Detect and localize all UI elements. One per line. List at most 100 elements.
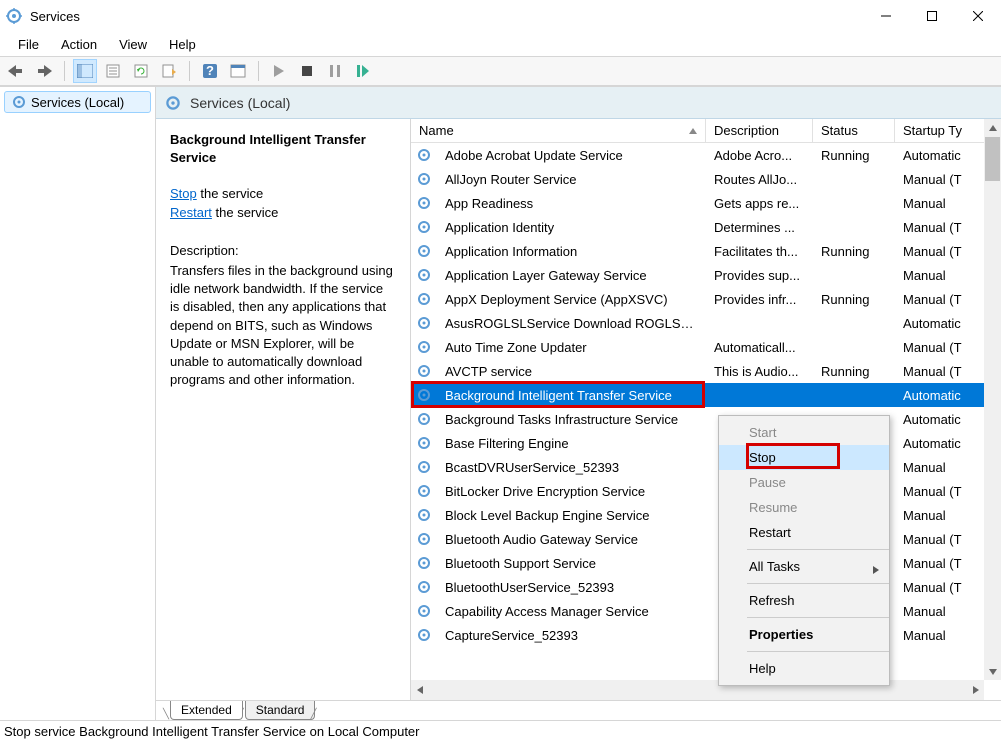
gear-icon	[11, 94, 27, 110]
status-bar: Stop service Background Intelligent Tran…	[0, 720, 1001, 742]
column-status[interactable]: Status	[813, 119, 895, 142]
service-row[interactable]: App ReadinessGets apps re...Manual	[411, 191, 1001, 215]
row-icon	[411, 483, 437, 499]
pause-service-toolbar-button[interactable]	[323, 59, 347, 83]
row-name: Background Intelligent Transfer Service	[437, 388, 706, 403]
row-name: Application Layer Gateway Service	[437, 268, 706, 283]
service-row[interactable]: Application Layer Gateway ServiceProvide…	[411, 263, 1001, 287]
menu-file[interactable]: File	[8, 35, 49, 54]
row-icon	[411, 315, 437, 331]
row-description: Routes AllJo...	[706, 172, 813, 187]
context-menu-item-restart[interactable]: Restart	[719, 520, 889, 545]
nav-forward-button[interactable]	[32, 59, 56, 83]
row-icon	[411, 411, 437, 427]
menu-view[interactable]: View	[109, 35, 157, 54]
restart-link-suffix: the service	[212, 205, 278, 220]
menu-help[interactable]: Help	[159, 35, 206, 54]
service-row[interactable]: Adobe Acrobat Update ServiceAdobe Acro..…	[411, 143, 1001, 167]
service-row[interactable]: Bluetooth Audio Gateway ServiceManual (T	[411, 527, 1001, 551]
tab-standard[interactable]: Standard	[245, 701, 316, 720]
row-icon	[411, 147, 437, 163]
gear-icon	[416, 171, 432, 187]
gear-icon	[416, 195, 432, 211]
nav-back-button[interactable]	[4, 59, 28, 83]
context-menu-item-stop[interactable]: Stop	[719, 445, 889, 470]
scrollbar-thumb[interactable]	[985, 137, 1000, 181]
service-row[interactable]: Background Tasks Infrastructure ServiceA…	[411, 407, 1001, 431]
close-button[interactable]	[955, 0, 1001, 32]
service-row[interactable]: AsusROGLSLService Download ROGLSL...Auto…	[411, 311, 1001, 335]
properties-toolbar-button[interactable]	[101, 59, 125, 83]
row-name: AllJoyn Router Service	[437, 172, 706, 187]
start-service-toolbar-button[interactable]	[267, 59, 291, 83]
row-description: Provides infr...	[706, 292, 813, 307]
service-row[interactable]: Bluetooth Support ServiceManual (T	[411, 551, 1001, 575]
context-menu-item-help[interactable]: Help	[719, 656, 889, 681]
service-row[interactable]: BcastDVRUserService_52393Manual	[411, 455, 1001, 479]
scroll-left-button[interactable]	[411, 686, 428, 694]
horizontal-scrollbar[interactable]	[411, 680, 984, 700]
service-row[interactable]: Application InformationFacilitates th...…	[411, 239, 1001, 263]
row-description: Gets apps re...	[706, 196, 813, 211]
arrow-right-icon	[36, 65, 52, 77]
row-description: Facilitates th...	[706, 244, 813, 259]
panel-icon	[77, 64, 93, 78]
window-toolbar-button[interactable]	[226, 59, 250, 83]
tree-node-label: Services (Local)	[31, 95, 124, 110]
help-toolbar-button[interactable]: ?	[198, 59, 222, 83]
scroll-right-button[interactable]	[967, 686, 984, 694]
gear-icon	[416, 579, 432, 595]
row-icon	[411, 627, 437, 643]
vertical-scrollbar[interactable]	[984, 119, 1001, 680]
row-name: BluetoothUserService_52393	[437, 580, 706, 595]
service-row[interactable]: Block Level Backup Engine ServiceManual	[411, 503, 1001, 527]
refresh-icon	[134, 64, 148, 78]
service-row[interactable]: AVCTP serviceThis is Audio...RunningManu…	[411, 359, 1001, 383]
close-icon	[973, 11, 983, 21]
row-icon	[411, 363, 437, 379]
column-name[interactable]: Name	[411, 119, 706, 142]
row-name: Application Identity	[437, 220, 706, 235]
tree-node-services-local[interactable]: Services (Local)	[4, 91, 151, 113]
svg-text:?: ?	[206, 63, 214, 78]
service-row[interactable]: Background Intelligent Transfer ServiceA…	[411, 383, 1001, 407]
service-row[interactable]: CaptureService_52393Manual	[411, 623, 1001, 647]
maximize-button[interactable]	[909, 0, 955, 32]
service-row[interactable]: Application IdentityDetermines ...Manual…	[411, 215, 1001, 239]
menu-action[interactable]: Action	[51, 35, 107, 54]
show-hide-tree-button[interactable]	[73, 59, 97, 83]
minimize-button[interactable]	[863, 0, 909, 32]
tab-extended[interactable]: Extended	[170, 701, 243, 720]
service-row[interactable]: Base Filtering EngineAutomatic	[411, 431, 1001, 455]
service-row[interactable]: AppX Deployment Service (AppXSVC)Provide…	[411, 287, 1001, 311]
restart-link[interactable]: Restart	[170, 205, 212, 220]
toolbar-separator	[189, 61, 190, 81]
row-name: AVCTP service	[437, 364, 706, 379]
refresh-toolbar-button[interactable]	[129, 59, 153, 83]
service-row[interactable]: BitLocker Drive Encryption ServiceManual…	[411, 479, 1001, 503]
row-icon	[411, 267, 437, 283]
service-row[interactable]: Capability Access Manager ServiceManual	[411, 599, 1001, 623]
service-row[interactable]: AllJoyn Router ServiceRoutes AllJo...Man…	[411, 167, 1001, 191]
export-list-button[interactable]	[157, 59, 181, 83]
restart-service-toolbar-button[interactable]	[351, 59, 375, 83]
context-menu-item-all-tasks[interactable]: All Tasks	[719, 554, 889, 579]
column-description[interactable]: Description	[706, 119, 813, 142]
scroll-down-button[interactable]	[984, 663, 1001, 680]
scroll-up-button[interactable]	[984, 119, 1001, 136]
row-name: Application Information	[437, 244, 706, 259]
stop-service-toolbar-button[interactable]	[295, 59, 319, 83]
row-icon	[411, 555, 437, 571]
context-menu-item-refresh[interactable]: Refresh	[719, 588, 889, 613]
row-name: BcastDVRUserService_52393	[437, 460, 706, 475]
stop-link[interactable]: Stop	[170, 186, 197, 201]
context-menu-item-properties[interactable]: Properties	[719, 622, 889, 647]
row-icon	[411, 171, 437, 187]
gear-icon	[416, 627, 432, 643]
service-row[interactable]: BluetoothUserService_52393Manual (T	[411, 575, 1001, 599]
row-icon	[411, 579, 437, 595]
row-description: Provides sup...	[706, 268, 813, 283]
service-list: Name Description Status Startup Ty Adobe…	[410, 119, 1001, 700]
gear-icon	[416, 339, 432, 355]
service-row[interactable]: Auto Time Zone UpdaterAutomaticall...Man…	[411, 335, 1001, 359]
